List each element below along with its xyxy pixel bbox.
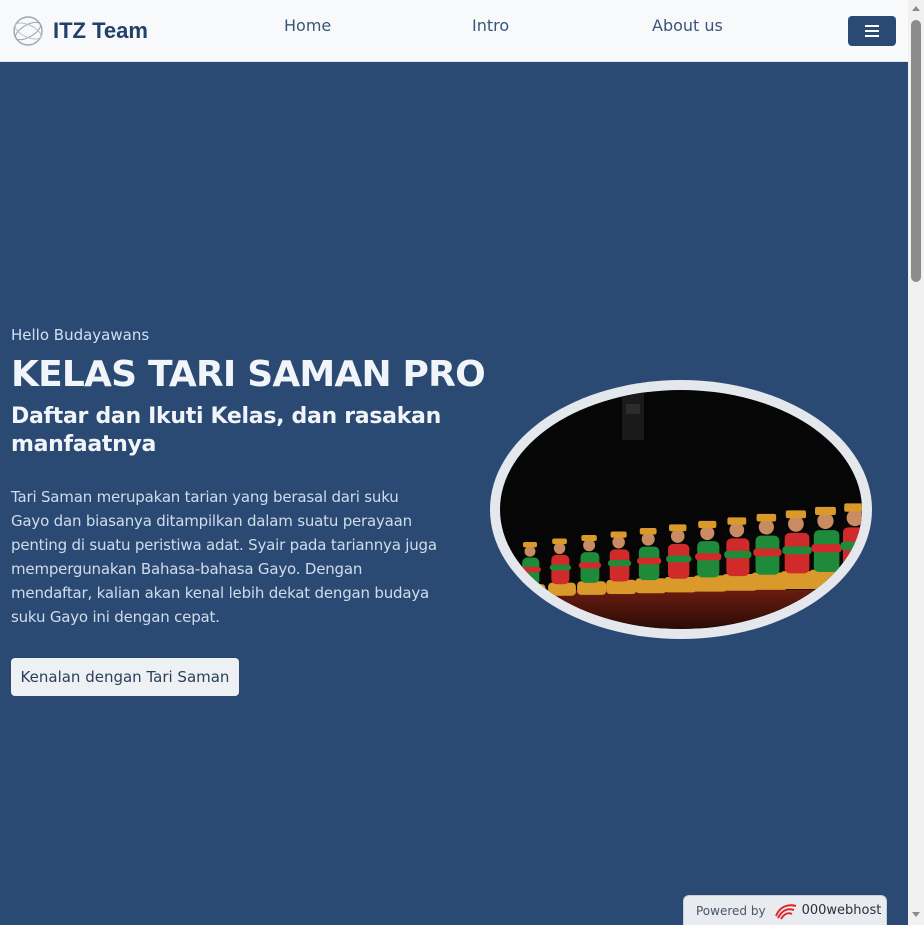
brand[interactable]: ITZ Team bbox=[12, 14, 148, 48]
brand-name: ITZ Team bbox=[53, 18, 148, 43]
scroll-up-arrow-icon[interactable] bbox=[912, 6, 920, 11]
nav-link-about-us[interactable]: About us bbox=[652, 16, 723, 35]
globe-logo-icon bbox=[13, 16, 43, 46]
hero-greeting: Hello Budayawans bbox=[11, 326, 150, 344]
nav-link-home[interactable]: Home bbox=[284, 16, 331, 35]
hamburger-icon bbox=[865, 25, 879, 37]
menu-toggle-button[interactable] bbox=[848, 16, 896, 46]
nav-link-intro[interactable]: Intro bbox=[472, 16, 509, 35]
powered-by-badge[interactable]: Powered by 000webhost bbox=[683, 895, 887, 925]
hero-image-frame bbox=[490, 380, 872, 639]
hero-title: KELAS TARI SAMAN PRO bbox=[11, 354, 486, 395]
powered-by-brand: 000webhost bbox=[801, 903, 882, 918]
scroll-down-arrow-icon[interactable] bbox=[912, 912, 920, 917]
saman-dancers-image bbox=[500, 390, 862, 629]
webhost-logo-icon bbox=[774, 903, 796, 920]
hero-description: Tari Saman merupakan tarian yang berasal… bbox=[11, 488, 437, 626]
scrollbar[interactable] bbox=[908, 0, 924, 925]
hero-text: Hello Budayawans KELAS TARI SAMAN PRO Da… bbox=[11, 326, 486, 629]
powered-by-label: Powered by bbox=[696, 903, 766, 918]
scroll-thumb[interactable] bbox=[911, 20, 921, 282]
hero-subtitle: Daftar dan Ikuti Kelas, dan rasakan manf… bbox=[11, 404, 441, 457]
cta-button[interactable]: Kenalan dengan Tari Saman bbox=[11, 658, 239, 696]
navbar: ITZ Team Home Intro About us bbox=[0, 0, 908, 62]
